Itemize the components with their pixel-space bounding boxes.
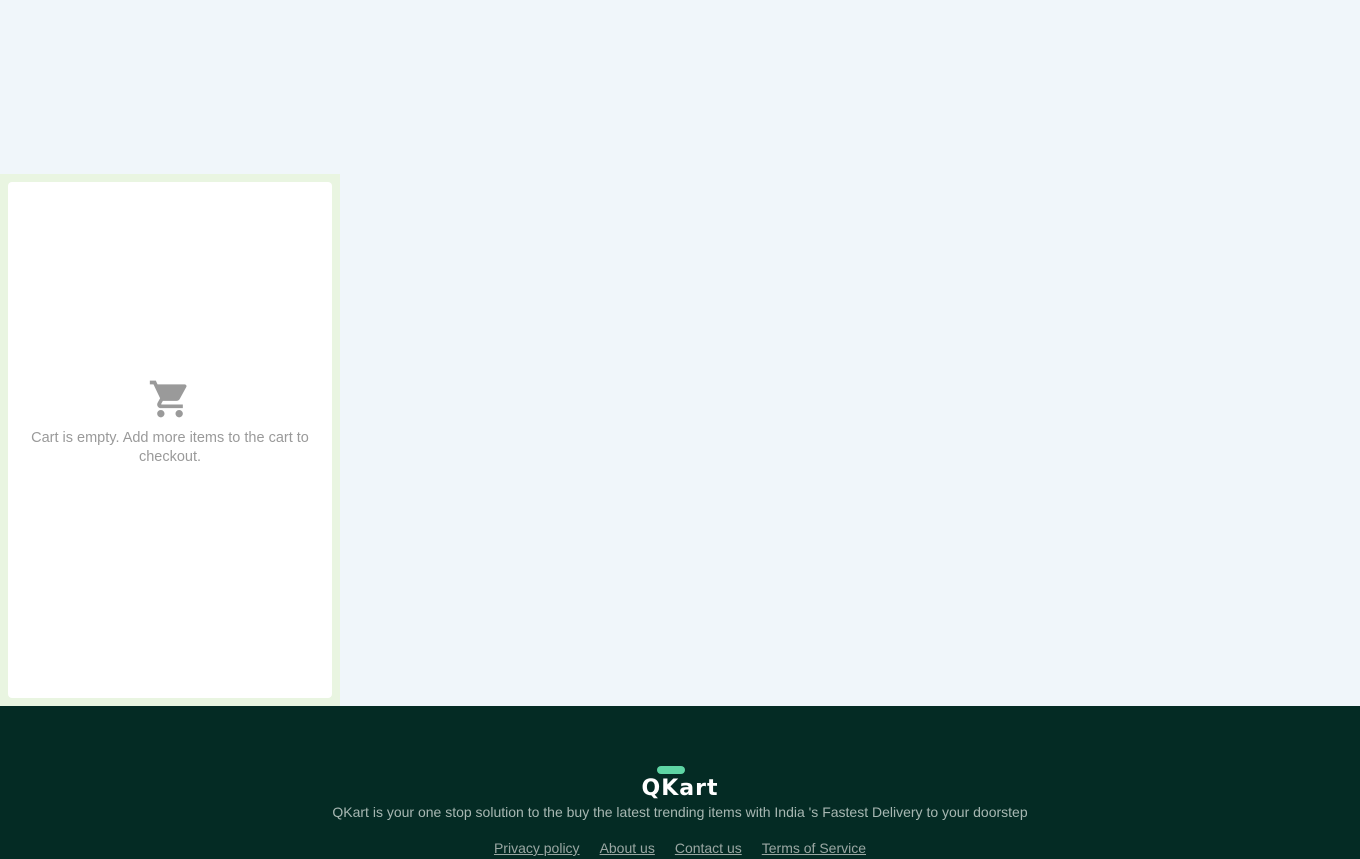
brand-mark [657,766,685,774]
footer-brand: QKart [0,766,1360,801]
footer: QKart QKart is your one stop solution to… [0,706,1360,859]
shopping-cart-icon [149,380,187,418]
footer-link-terms-of-service[interactable]: Terms of Service [762,840,866,856]
footer-tagline: QKart is your one stop solution to the b… [332,804,1028,820]
footer-links: Privacy policy About us Contact us Terms… [0,840,1360,856]
brand-name: QKart [641,776,719,801]
footer-link-privacy-policy[interactable]: Privacy policy [494,840,580,856]
cart-panel: Cart is empty. Add more items to the car… [0,174,340,706]
cart-empty-message: Cart is empty. Add more items to the car… [31,430,309,465]
footer-link-about-us[interactable]: About us [600,840,655,856]
cart-card: Cart is empty. Add more items to the car… [8,182,332,698]
footer-link-contact-us[interactable]: Contact us [675,840,742,856]
